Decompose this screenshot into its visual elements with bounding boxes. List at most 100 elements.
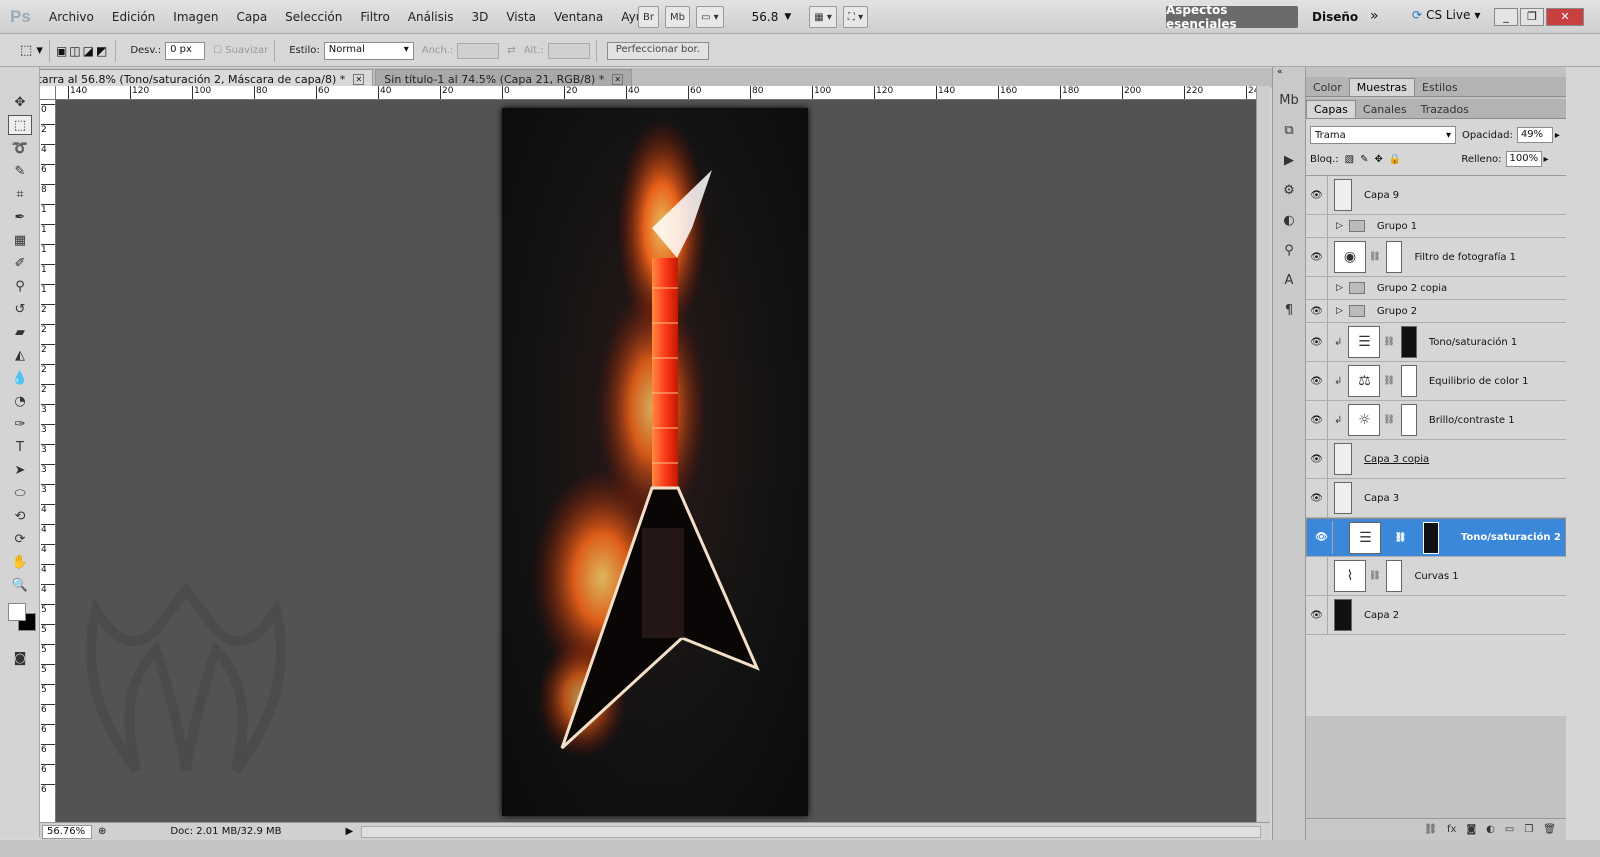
3d-orbit-tool-icon[interactable]: ⟳ — [8, 529, 32, 549]
add-mask-icon[interactable]: ◙ — [1466, 824, 1476, 835]
visibility-eye-icon[interactable]: 👁 — [1306, 176, 1328, 214]
visibility-eye-icon[interactable]: 👁 — [1306, 596, 1328, 634]
link-chain-icon[interactable]: ⛓ — [1383, 415, 1394, 425]
menu-edicion[interactable]: Edición — [103, 10, 164, 24]
marquee-tool-icon[interactable]: ⬚ — [8, 115, 32, 135]
hand-tool-icon[interactable]: ✋ — [8, 552, 32, 572]
trash-icon[interactable]: 🗑 — [1543, 824, 1556, 835]
move-tool-icon[interactable]: ✥ — [8, 92, 32, 112]
visibility-off[interactable] — [1306, 215, 1328, 237]
visibility-eye-icon[interactable]: 👁 — [1306, 401, 1328, 439]
minibridge-panel-icon[interactable]: Mb — [1277, 89, 1301, 111]
layer-filtro-fotografia-1[interactable]: 👁 ◉ ⛓ Filtro de fotografía 1 — [1306, 238, 1566, 277]
tab-canales[interactable]: Canales — [1356, 100, 1414, 118]
link-chain-icon[interactable]: ⛓ — [1383, 337, 1394, 347]
horizontal-scrollbar[interactable] — [361, 825, 1262, 838]
screen-mode-button[interactable]: ⛶ ▾ — [842, 6, 869, 28]
visibility-off[interactable] — [1306, 557, 1328, 595]
antialias-checkbox[interactable]: ☐ Suavizar — [213, 45, 268, 56]
selection-mode-icons[interactable]: ▣◫◪◩ — [56, 44, 109, 58]
link-chain-icon[interactable]: ⛓ — [1369, 571, 1380, 581]
menu-seleccion[interactable]: Selección — [276, 10, 351, 24]
fill-slider-arrow-icon[interactable]: ▸ — [1544, 154, 1549, 165]
paragraph-panel-icon[interactable]: ¶ — [1277, 299, 1301, 321]
minimize-button[interactable]: _ — [1494, 8, 1518, 26]
shape-tool-icon[interactable]: ⬭ — [8, 483, 32, 503]
quick-mask-icon[interactable]: ◙ — [8, 648, 32, 668]
collapse-icon[interactable]: « — [1273, 67, 1305, 81]
color-swatches[interactable] — [6, 601, 39, 645]
expand-triangle-icon[interactable]: ▷ — [1336, 283, 1343, 293]
layer-mask-thumbnail[interactable] — [1386, 560, 1403, 592]
fx-icon[interactable]: fx — [1447, 824, 1456, 835]
pen-tool-icon[interactable]: ✑ — [8, 414, 32, 434]
marquee-tool-preset-icon[interactable]: ⬚ ▾ — [20, 43, 43, 58]
menu-3d[interactable]: 3D — [462, 10, 497, 24]
menu-filtro[interactable]: Filtro — [351, 10, 398, 24]
layer-capa-2[interactable]: 👁 Capa 2 — [1306, 596, 1566, 635]
vertical-scrollbar[interactable] — [1256, 86, 1270, 822]
style-select[interactable]: Normal ▾ — [323, 41, 414, 60]
chevron-down-icon[interactable]: ▼ — [784, 12, 791, 22]
close-icon[interactable]: ✕ — [612, 73, 624, 85]
visibility-eye-icon[interactable]: 👁 — [1311, 521, 1333, 554]
eyedropper-tool-icon[interactable]: ✒ — [8, 207, 32, 227]
gradient-tool-icon[interactable]: ◭ — [8, 345, 32, 365]
visibility-eye-icon[interactable]: 👁 — [1306, 323, 1328, 361]
layer-equilibrio-color-1[interactable]: 👁 ↲ ⚖ ⛓ Equilibrio de color 1 — [1306, 362, 1566, 401]
layer-mask-thumbnail[interactable] — [1400, 326, 1417, 358]
tab-capas[interactable]: Capas — [1306, 100, 1356, 118]
menu-analisis[interactable]: Análisis — [399, 10, 463, 24]
bridge-button[interactable]: Br — [638, 6, 659, 28]
link-chain-icon[interactable]: ⛓ — [1383, 376, 1394, 386]
type-tool-icon[interactable]: T — [8, 437, 32, 457]
tab-color[interactable]: Color — [1306, 78, 1349, 96]
brush-tool-icon[interactable]: ✐ — [8, 253, 32, 273]
stamp-tool-icon[interactable]: ⚲ — [8, 276, 32, 296]
layer-capa-9[interactable]: 👁 Capa 9 — [1306, 176, 1566, 215]
restore-button[interactable]: ❐ — [1520, 8, 1544, 26]
link-chain-icon[interactable]: ⛓ — [1369, 252, 1380, 262]
arrange-documents-button[interactable]: ▦ ▾ — [809, 6, 837, 28]
crop-tool-icon[interactable]: ⌗ — [8, 184, 32, 204]
dodge-tool-icon[interactable]: ◔ — [8, 391, 32, 411]
layer-tono-saturacion-2[interactable]: 👁 ☰ ⛓ Tono/saturación 2 — [1306, 518, 1566, 557]
visibility-eye-icon[interactable]: 👁 — [1306, 238, 1328, 276]
minibridge-button[interactable]: Mb — [664, 6, 690, 28]
tab-muestras[interactable]: Muestras — [1348, 78, 1416, 96]
actions-panel-icon[interactable]: ▶ — [1277, 149, 1301, 171]
eraser-tool-icon[interactable]: ▰ — [8, 322, 32, 342]
layer-capa-3[interactable]: 👁 Capa 3 — [1306, 479, 1566, 518]
3d-rotate-tool-icon[interactable]: ⟲ — [8, 506, 32, 526]
fill-input[interactable]: 100% — [1505, 151, 1542, 167]
feather-input[interactable]: 0 px — [165, 41, 206, 60]
refine-edge-button[interactable]: Perfeccionar bor. — [606, 41, 709, 60]
quick-select-tool-icon[interactable]: ✎ — [8, 161, 32, 181]
layer-mask-thumbnail[interactable] — [1422, 521, 1439, 554]
canvas-area[interactable] — [56, 100, 1256, 822]
zoom-tool-icon[interactable]: 🔍 — [8, 575, 32, 595]
menu-vista[interactable]: Vista — [497, 10, 545, 24]
layer-mask-thumbnail[interactable] — [1400, 404, 1417, 436]
layer-mask-thumbnail[interactable] — [1386, 241, 1403, 273]
width-input[interactable] — [457, 42, 500, 59]
layer-capa-3-copia[interactable]: 👁 Capa 3 copia — [1306, 440, 1566, 479]
tab-trazados[interactable]: Trazados — [1414, 100, 1476, 118]
layer-curvas-1[interactable]: ⌇ ⛓ Curvas 1 — [1306, 557, 1566, 596]
expand-triangle-icon[interactable]: ▷ — [1336, 221, 1343, 231]
layer-brillo-contraste-1[interactable]: 👁 ↲ ☼ ⛓ Brillo/contraste 1 — [1306, 401, 1566, 440]
clone-source-panel-icon[interactable]: ⚲ — [1277, 239, 1301, 261]
visibility-eye-icon[interactable]: 👁 — [1306, 479, 1328, 517]
lasso-tool-icon[interactable]: ➰ — [8, 138, 32, 158]
visibility-eye-icon[interactable]: 👁 — [1306, 440, 1328, 478]
opacity-slider-arrow-icon[interactable]: ▸ — [1555, 130, 1560, 141]
close-icon[interactable]: ✕ — [353, 73, 365, 85]
new-adjustment-icon[interactable]: ◐ — [1486, 824, 1495, 835]
layer-grupo-1[interactable]: ▷ Grupo 1 — [1306, 215, 1566, 238]
history-panel-icon[interactable]: ⧉ — [1277, 119, 1301, 141]
view-extras-button[interactable]: ▭ ▾ — [695, 6, 724, 28]
visibility-off[interactable] — [1306, 277, 1328, 299]
tab-estilos[interactable]: Estilos — [1415, 78, 1465, 96]
lock-icons[interactable]: ▧✎✥🔒 — [1345, 154, 1408, 165]
zoom-level[interactable]: 56.8 — [752, 10, 779, 24]
